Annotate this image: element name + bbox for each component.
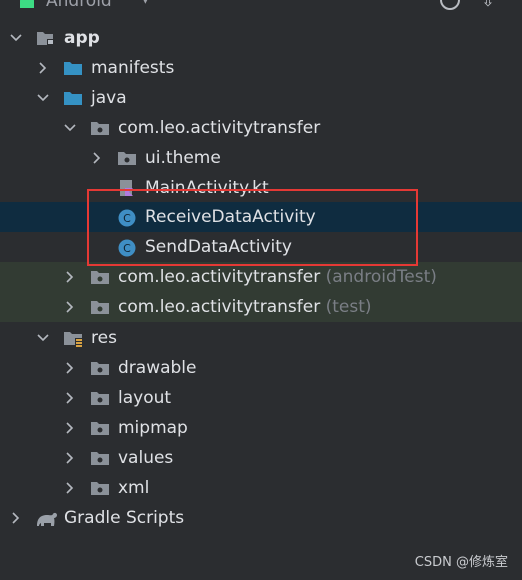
chevron-right-icon[interactable] xyxy=(91,152,103,164)
package-icon xyxy=(90,120,109,136)
tree-item-package-androidtest[interactable]: com.leo.activitytransfer (androidTest) xyxy=(0,262,522,292)
tree-item-label: Gradle Scripts xyxy=(64,508,185,528)
res-folder-icon xyxy=(63,330,83,347)
chevron-down-icon[interactable] xyxy=(10,32,22,44)
chevron-right-icon[interactable] xyxy=(64,392,76,404)
tree-item-receivedataactivity[interactable]: C ReceiveDataActivity xyxy=(0,202,522,232)
tree-item-manifests[interactable]: manifests xyxy=(0,53,522,83)
tree-item-xml[interactable]: xml xyxy=(0,473,522,503)
tree-item-label: java xyxy=(91,88,127,108)
tree-item-res[interactable]: res xyxy=(0,323,522,353)
tree-item-ui-theme[interactable]: ui.theme xyxy=(0,143,522,173)
tree-item-values[interactable]: values xyxy=(0,443,522,473)
chevron-down-icon[interactable] xyxy=(37,92,49,104)
tree-item-label: ui.theme xyxy=(145,148,221,168)
package-icon xyxy=(90,360,109,376)
gradle-icon xyxy=(35,510,57,526)
package-icon xyxy=(117,150,136,166)
folder-icon xyxy=(63,60,82,76)
chevron-right-icon[interactable] xyxy=(64,452,76,464)
package-name: com.leo.activitytransfer xyxy=(118,267,321,287)
package-icon xyxy=(90,450,109,466)
package-icon xyxy=(90,420,109,436)
tree-item-label: com.leo.activitytransfer (androidTest) xyxy=(118,266,437,288)
class-icon: C xyxy=(118,239,136,257)
tree-item-label: layout xyxy=(118,388,172,408)
project-view-header: Android ▼ ⇩ xyxy=(0,0,522,14)
chevron-right-icon[interactable] xyxy=(64,482,76,494)
tree-item-label: com.leo.activitytransfer xyxy=(118,118,321,138)
package-icon xyxy=(90,269,109,285)
chevron-down-icon[interactable] xyxy=(37,332,49,344)
tree-item-label: ReceiveDataActivity xyxy=(145,207,316,227)
collapse-icon[interactable]: ⇩ xyxy=(478,0,498,12)
tree-item-layout[interactable]: layout xyxy=(0,383,522,413)
package-name: com.leo.activitytransfer xyxy=(118,297,321,317)
source-set-suffix: (test) xyxy=(325,297,372,317)
class-icon: C xyxy=(118,209,136,227)
tree-item-package-test[interactable]: com.leo.activitytransfer (test) xyxy=(0,292,522,322)
package-icon xyxy=(90,299,109,315)
project-view-title[interactable]: Android xyxy=(46,0,112,11)
tree-item-label: manifests xyxy=(91,58,175,78)
tree-item-label: SendDataActivity xyxy=(145,237,292,257)
tree-item-mipmap[interactable]: mipmap xyxy=(0,413,522,443)
chevron-right-icon[interactable] xyxy=(64,301,76,313)
tree-item-label: values xyxy=(118,448,174,468)
chevron-down-icon[interactable]: ▼ xyxy=(140,0,151,6)
tree-item-drawable[interactable]: drawable xyxy=(0,353,522,383)
tree-item-label: mipmap xyxy=(118,418,188,438)
tree-item-label: res xyxy=(91,328,117,348)
tree-item-mainactivity[interactable]: MainActivity.kt xyxy=(0,173,522,203)
svg-text:C: C xyxy=(123,242,131,255)
chevron-right-icon[interactable] xyxy=(64,362,76,374)
package-icon xyxy=(90,390,109,406)
package-icon xyxy=(90,480,109,496)
target-icon[interactable] xyxy=(440,0,460,10)
source-set-suffix: (androidTest) xyxy=(325,267,437,287)
kotlin-file-icon xyxy=(118,180,136,196)
tree-item-label: com.leo.activitytransfer (test) xyxy=(118,296,372,318)
tree-item-label: xml xyxy=(118,478,150,498)
svg-text:C: C xyxy=(123,212,131,225)
chevron-right-icon[interactable] xyxy=(10,512,22,524)
chevron-down-icon[interactable] xyxy=(64,122,76,134)
android-icon xyxy=(20,0,34,8)
tree-item-app[interactable]: app xyxy=(0,23,522,53)
tree-item-label: drawable xyxy=(118,358,197,378)
module-folder-icon xyxy=(36,30,54,46)
chevron-right-icon[interactable] xyxy=(37,62,49,74)
tree-item-label: MainActivity.kt xyxy=(145,178,269,198)
tree-item-java[interactable]: java xyxy=(0,83,522,113)
tree-item-label: app xyxy=(64,28,100,48)
tree-item-senddataactivity[interactable]: C SendDataActivity xyxy=(0,232,522,262)
tree-item-package-main[interactable]: com.leo.activitytransfer xyxy=(0,113,522,143)
tree-item-gradle-scripts[interactable]: Gradle Scripts xyxy=(0,503,522,533)
watermark: CSDN @修炼室 xyxy=(414,555,508,570)
folder-icon xyxy=(63,90,82,106)
chevron-right-icon[interactable] xyxy=(64,422,76,434)
chevron-right-icon[interactable] xyxy=(64,271,76,283)
